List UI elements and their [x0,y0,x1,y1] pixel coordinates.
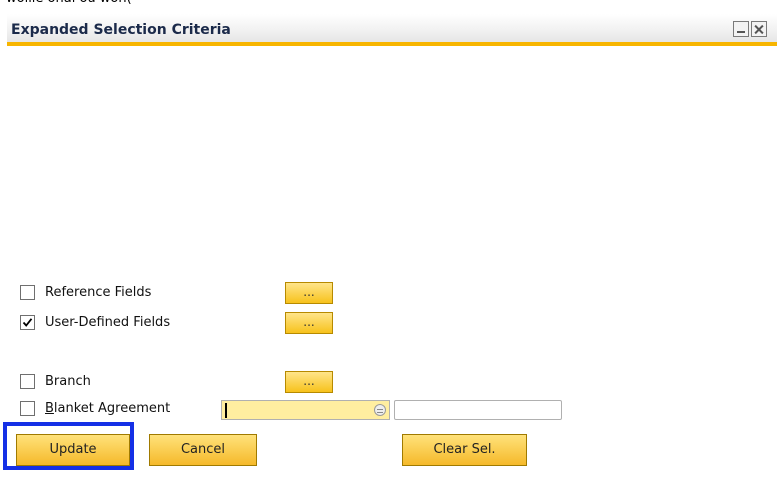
close-button[interactable] [751,21,767,37]
minimize-button[interactable] [733,21,749,37]
blanket-agreement-label: Blanket Agreement [45,401,171,416]
user-defined-fields-button[interactable]: ... [285,312,333,334]
branch-label: Branch [45,374,91,389]
checkmark-icon [22,318,33,327]
reference-fields-checkbox[interactable] [20,285,35,300]
cancel-button[interactable]: Cancel [149,434,257,466]
user-defined-fields-label: User-Defined Fields [45,315,171,330]
branch-button[interactable]: ... [285,371,333,393]
reference-fields-button[interactable]: ... [285,282,333,304]
window-title: Expanded Selection Criteria [11,22,231,38]
text-caret [225,403,227,418]
branch-checkbox[interactable] [20,374,35,389]
title-bar: Expanded Selection Criteria [7,14,777,46]
lookup-icon[interactable] [374,404,386,416]
update-button[interactable]: Update [16,434,130,466]
blanket-agreement-checkbox[interactable] [20,401,35,416]
reference-fields-label: Reference Fields [45,285,152,300]
clear-selection-button[interactable]: Clear Sel. [402,434,527,466]
user-defined-fields-checkbox[interactable] [20,315,35,330]
blanket-agreement-secondary-field[interactable] [394,400,562,420]
background-window-edge: wollie onal ou won( [0,0,777,14]
expanded-selection-criteria-window: Expanded Selection Criteria [7,14,777,487]
blanket-agreement-field[interactable] [221,400,390,420]
